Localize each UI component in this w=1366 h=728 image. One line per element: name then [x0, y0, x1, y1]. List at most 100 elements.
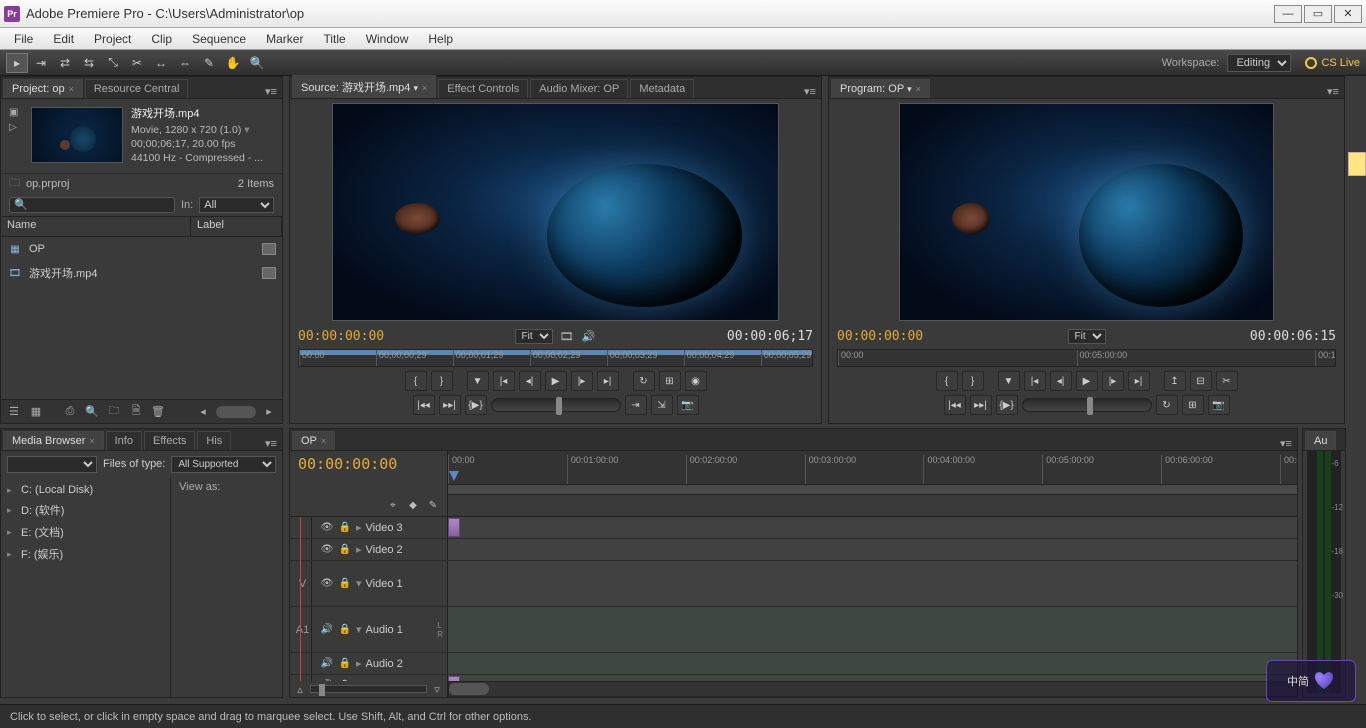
lock-icon[interactable]: 🔒: [338, 522, 352, 533]
eye-icon[interactable]: 👁: [320, 522, 334, 533]
set-in-button[interactable]: {: [405, 371, 427, 391]
menu-help[interactable]: Help: [418, 30, 463, 48]
program-time-ruler[interactable]: 00:00 00:05:00:00 00:10: [837, 349, 1336, 367]
drag-audio-icon[interactable]: 🔊: [581, 329, 597, 343]
lock-icon[interactable]: 🔒: [338, 624, 352, 635]
program-video-display[interactable]: [899, 103, 1274, 321]
go-to-in-button[interactable]: |◂: [1024, 371, 1046, 391]
timeline-hscroll[interactable]: [448, 681, 1297, 697]
zoom-slider[interactable]: [310, 685, 427, 693]
slip-tool[interactable]: ↔: [150, 53, 172, 73]
go-prev-edit-button[interactable]: |◂◂: [944, 395, 966, 415]
step-fwd-button[interactable]: |▸: [1102, 371, 1124, 391]
file-type-select[interactable]: All Supported: [171, 456, 276, 473]
set-in-button[interactable]: {: [936, 371, 958, 391]
timeline-ruler[interactable]: 00:00 00:01:00:00 00:02:00:00 00:03:00:0…: [448, 451, 1297, 495]
track-audio-1[interactable]: A1🔊🔒▾Audio 1LR: [290, 607, 1297, 653]
go-prev-marker-button[interactable]: |◂◂: [413, 395, 435, 415]
go-to-out-button[interactable]: ▸|: [1128, 371, 1150, 391]
tab-history[interactable]: His: [197, 431, 231, 450]
overwrite-button[interactable]: ⇲: [651, 395, 673, 415]
project-item-movie[interactable]: 🎞 游戏开场.mp4: [1, 261, 282, 285]
razor-tool[interactable]: ✂: [126, 53, 148, 73]
tab-program[interactable]: Program: OP ▾×: [831, 79, 930, 98]
timeline-playhead[interactable]: [300, 517, 301, 681]
lock-icon[interactable]: 🔒: [338, 544, 352, 555]
menu-window[interactable]: Window: [356, 30, 419, 48]
window-close-button[interactable]: ✕: [1334, 5, 1362, 23]
zoom-in-icon[interactable]: ▿: [431, 683, 443, 695]
rate-stretch-tool[interactable]: ⤡: [102, 53, 124, 73]
window-maximize-button[interactable]: ▭: [1304, 5, 1332, 23]
panel-menu-icon[interactable]: ▾≡: [264, 85, 282, 98]
export-frame-button[interactable]: 📷: [677, 395, 699, 415]
source-video-display[interactable]: [332, 103, 779, 321]
speaker-icon[interactable]: 🔊: [320, 680, 334, 681]
find-icon[interactable]: 🔍: [83, 404, 101, 420]
list-view-icon[interactable]: ☰: [5, 404, 23, 420]
panel-menu-icon[interactable]: ▾≡: [803, 85, 821, 98]
slide-tool[interactable]: ⇔: [174, 53, 196, 73]
menu-project[interactable]: Project: [84, 30, 141, 48]
menu-edit[interactable]: Edit: [43, 30, 84, 48]
new-item-icon[interactable]: 🗎: [127, 404, 145, 420]
source-time-ruler[interactable]: 00:00 00;00;00;29 00;00;01;29 00;00;02;2…: [298, 349, 813, 367]
lock-icon[interactable]: 🔒: [338, 578, 352, 589]
step-back-button[interactable]: ◂|: [1050, 371, 1072, 391]
jog-wheel[interactable]: [491, 398, 621, 412]
lock-icon[interactable]: 🔒: [338, 680, 352, 681]
clip-v3[interactable]: [448, 518, 460, 537]
search-in-select[interactable]: All: [199, 197, 274, 213]
jog-wheel[interactable]: [1022, 398, 1152, 412]
tab-metadata[interactable]: Metadata: [630, 79, 694, 98]
speaker-icon[interactable]: 🔊: [320, 624, 334, 635]
drive-e[interactable]: ▸E: (文档): [5, 521, 166, 543]
automate-to-seq-icon[interactable]: ⎙: [61, 404, 79, 420]
extract-button[interactable]: ⊟: [1190, 371, 1212, 391]
label-swatch[interactable]: [262, 243, 276, 255]
track-audio-2[interactable]: 🔊🔒▸Audio 2: [290, 653, 1297, 675]
source-zoom-select[interactable]: Fit: [515, 329, 553, 344]
export-frame-button[interactable]: 📷: [1208, 395, 1230, 415]
project-search-input[interactable]: [9, 197, 175, 213]
tab-audio-meter[interactable]: Au: [1305, 431, 1336, 450]
program-zoom-select[interactable]: Fit: [1068, 329, 1106, 344]
workspace-select[interactable]: Editing: [1227, 54, 1291, 72]
drive-c[interactable]: ▸C: (Local Disk): [5, 481, 166, 499]
set-out-button[interactable]: }: [962, 371, 984, 391]
label-swatch[interactable]: [262, 267, 276, 279]
tab-sequence-op[interactable]: OP×: [292, 431, 335, 450]
play-in-to-out-button[interactable]: {▶}: [996, 395, 1018, 415]
go-to-in-button[interactable]: |◂: [493, 371, 515, 391]
window-minimize-button[interactable]: —: [1274, 5, 1302, 23]
tab-effect-controls[interactable]: Effect Controls: [438, 79, 528, 98]
insert-button[interactable]: ⇥: [625, 395, 647, 415]
output-button[interactable]: ◉: [685, 371, 707, 391]
zoom-out-icon[interactable]: ▵: [294, 683, 306, 695]
col-label[interactable]: Label: [191, 217, 282, 236]
project-item-sequence[interactable]: ▦ OP: [1, 237, 282, 261]
tab-audio-mixer[interactable]: Audio Mixer: OP: [530, 79, 628, 98]
menu-clip[interactable]: Clip: [141, 30, 182, 48]
drag-video-icon[interactable]: 🎞: [559, 329, 575, 343]
ripple-edit-tool[interactable]: ⇄: [54, 53, 76, 73]
drive-d[interactable]: ▸D: (软件): [5, 499, 166, 521]
step-fwd-button[interactable]: |▸: [571, 371, 593, 391]
side-note-icon[interactable]: [1348, 152, 1366, 176]
loop-button[interactable]: ↻: [1156, 395, 1178, 415]
play-preview-icon[interactable]: ▷: [9, 122, 23, 133]
selection-tool[interactable]: ▸: [6, 53, 28, 73]
eye-icon[interactable]: 👁: [320, 578, 334, 589]
pen-tool[interactable]: ✎: [198, 53, 220, 73]
safe-margins-button[interactable]: ⊞: [659, 371, 681, 391]
tab-project[interactable]: Project: op×: [3, 79, 83, 98]
tab-resource-central[interactable]: Resource Central: [85, 79, 189, 98]
go-next-marker-button[interactable]: ▸▸|: [439, 395, 461, 415]
lift-button[interactable]: ↥: [1164, 371, 1186, 391]
track-video-3[interactable]: 👁🔒▸Video 3: [290, 517, 1297, 539]
go-to-out-button[interactable]: ▸|: [597, 371, 619, 391]
drive-f[interactable]: ▸F: (娱乐): [5, 543, 166, 565]
directory-select[interactable]: [7, 456, 97, 473]
menu-marker[interactable]: Marker: [256, 30, 313, 48]
menu-title[interactable]: Title: [313, 30, 355, 48]
